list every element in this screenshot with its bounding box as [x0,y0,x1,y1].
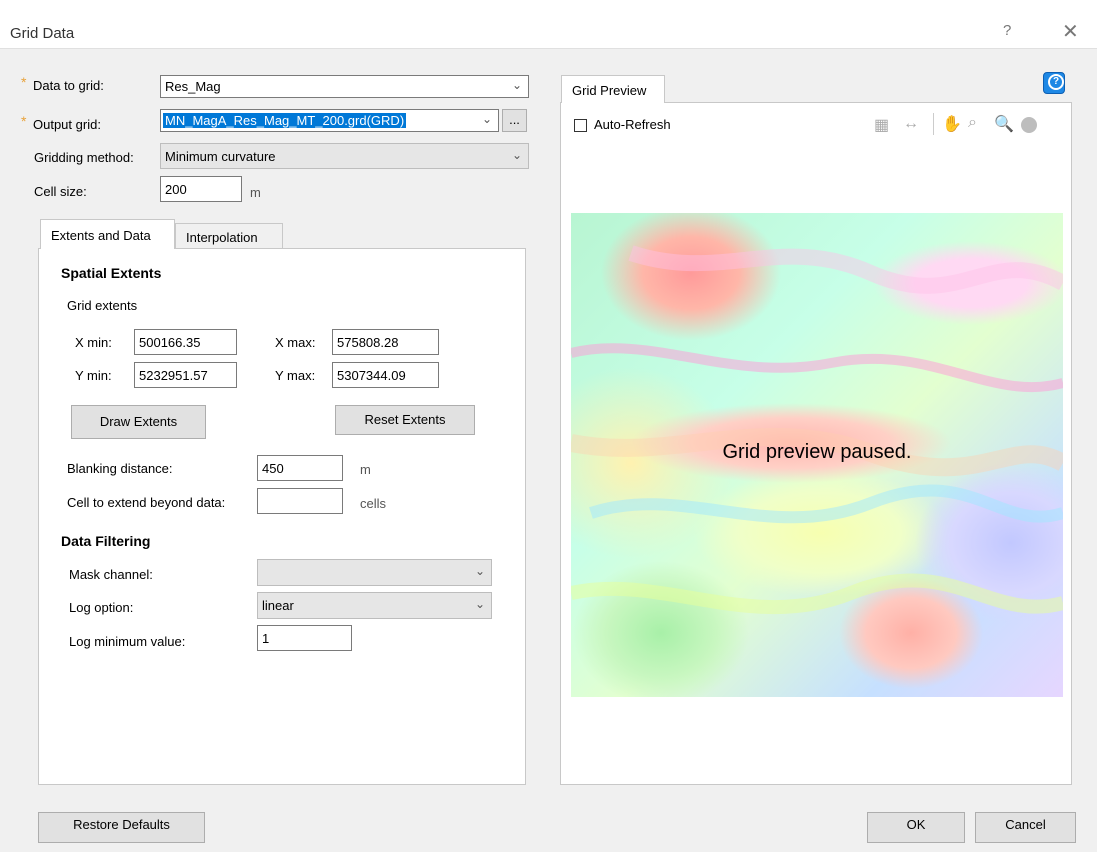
chevron-down-icon: ⌄ [511,148,522,162]
xmax-label: X max: [275,335,316,350]
reset-extents-button[interactable]: Reset Extents [335,405,475,435]
required-marker-icon: * [21,74,27,90]
gridding-method-label: Gridding method: [34,150,134,165]
data-to-grid-label: Data to grid: [33,78,104,93]
blanking-distance-label: Blanking distance: [67,461,173,476]
tab-interpolation[interactable]: Interpolation [175,223,283,249]
title-bar: Grid Data ? ✕ [0,0,1097,49]
gridding-method-value: Minimum curvature [165,149,276,164]
zoom-icon[interactable]: 🔍 [994,114,1014,134]
ok-button[interactable]: OK [867,812,965,843]
xmin-input[interactable]: 500166.35 [134,329,237,355]
grid-points-icon[interactable]: ▦ [874,115,889,135]
auto-refresh-label: Auto-Refresh [594,117,671,132]
cell-extend-unit: cells [360,496,387,511]
grid-extents-subtitle: Grid extents [67,298,138,313]
gridding-method-dropdown[interactable]: Minimum curvature ⌄ [160,143,529,169]
mask-channel-dropdown[interactable]: ⌄ [257,559,492,586]
data-to-grid-value: Res_Mag [165,79,221,94]
xmin-label: X min: [75,335,112,350]
auto-refresh-checkbox[interactable] [574,119,587,132]
ymin-input[interactable]: 5232951.57 [134,362,237,388]
log-option-dropdown[interactable]: linear ⌄ [257,592,492,619]
cell-extend-input[interactable] [257,488,343,514]
ymax-input[interactable]: 5307344.09 [332,362,439,388]
ymax-label: Y max: [275,368,316,383]
cell-extend-label: Cell to extend beyond data: [67,495,226,510]
log-minimum-input[interactable]: 1 [257,625,352,651]
cancel-button[interactable]: Cancel [975,812,1076,843]
required-marker-icon: * [21,113,27,129]
output-grid-label: Output grid: [33,117,101,132]
tab-grid-preview[interactable]: Grid Preview [561,75,665,103]
data-to-grid-dropdown[interactable]: Res_Mag ⌄ [160,75,529,98]
spatial-extents-title: Spatial Extents [61,265,162,281]
chevron-down-icon: ⌄ [474,564,485,578]
pan-hand-icon[interactable]: ✋ [942,114,962,134]
toolbar-divider [933,113,934,135]
chevron-down-icon: ⌄ [511,78,522,92]
close-button[interactable]: ✕ [1062,19,1079,44]
draw-extents-button[interactable]: Draw Extents [71,405,206,439]
blanking-distance-unit: m [360,462,371,477]
grid-preview-image: Grid preview paused. [571,213,1063,697]
log-minimum-label: Log minimum value: [69,634,186,649]
cell-size-unit: m [250,185,261,200]
tab-extents-and-data[interactable]: Extents and Data [40,219,175,249]
data-filtering-title: Data Filtering [61,533,151,549]
mask-channel-label: Mask channel: [69,567,153,582]
grid-preview-paused-text: Grid preview paused. [722,441,912,463]
restore-defaults-button[interactable]: Restore Defaults [38,812,205,843]
chevron-down-icon: ⌄ [481,112,492,126]
extent-icon[interactable]: ↔ [903,115,919,133]
help-button[interactable]: ? [1003,22,1011,39]
ymin-label: Y min: [75,368,112,383]
browse-button[interactable]: ... [502,109,527,132]
xmax-input[interactable]: 575808.28 [332,329,439,355]
blanking-distance-input[interactable]: 450 [257,455,343,481]
window-title: Grid Data [10,25,75,42]
cell-size-input[interactable]: 200 [160,176,242,202]
chevron-down-icon: ⌄ [474,597,485,611]
cell-size-label: Cell size: [34,184,87,199]
output-grid-dropdown[interactable]: MN_MagA_Res_Mag_MT_200.grd(GRD) ⌄ [160,109,499,132]
output-grid-value: MN_MagA_Res_Mag_MT_200.grd(GRD) [163,113,407,128]
extents-panel: Spatial Extents Grid extents X min: 5001… [38,248,526,785]
log-option-label: Log option: [69,600,134,615]
help-icon[interactable]: ? [1043,72,1065,94]
refresh-icon[interactable] [1021,117,1037,133]
zoom-extent-icon[interactable]: ⌕ [968,114,977,132]
